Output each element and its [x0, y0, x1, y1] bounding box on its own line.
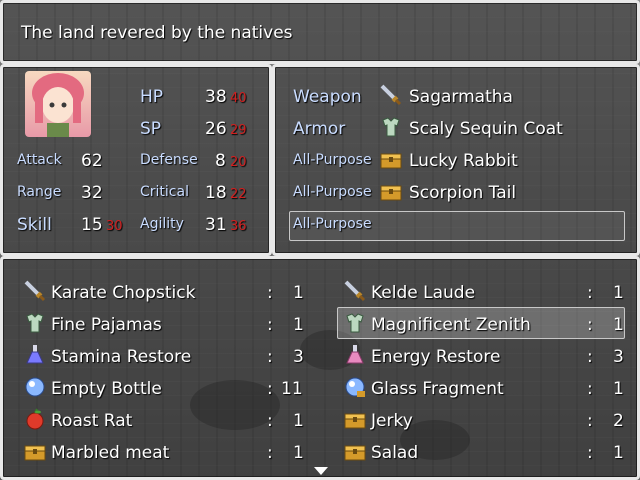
colon: :: [587, 347, 593, 367]
status-window: HP 38 40 SP 26 29 Attack 62 Defense 8 20…: [0, 64, 272, 256]
list-item-qty: 1: [613, 443, 624, 463]
sp-label: SP: [140, 119, 162, 139]
agility-new-value: 36: [230, 219, 247, 234]
sword-icon: [380, 84, 402, 106]
hp-value: 38: [205, 87, 227, 107]
equip-item-name[interactable]: Lucky Rabbit: [409, 151, 518, 171]
armor-icon: [26, 313, 44, 333]
chest-icon: [24, 445, 46, 461]
list-item-name[interactable]: Roast Rat: [51, 411, 132, 431]
list-item-qty: 1: [613, 283, 624, 303]
agility-value: 31: [205, 215, 227, 235]
list-item-name[interactable]: Fine Pajamas: [51, 315, 162, 335]
colon: :: [587, 379, 593, 399]
agility-label: Agility: [140, 216, 184, 232]
defense-label: Defense: [140, 152, 198, 168]
list-item-qty: 3: [613, 347, 624, 367]
list-item-qty: 3: [293, 347, 304, 367]
list-item-name[interactable]: Salad: [371, 443, 418, 463]
sp-value: 26: [205, 119, 227, 139]
attack-label: Attack: [17, 152, 62, 168]
list-item-name[interactable]: Stamina Restore: [51, 347, 191, 367]
skill-label: Skill: [17, 215, 52, 235]
list-item-name[interactable]: Kelde Laude: [371, 283, 475, 303]
defense-new-value: 20: [230, 155, 247, 170]
colon: :: [587, 443, 593, 463]
attack-value: 62: [81, 151, 103, 171]
colon: :: [267, 347, 273, 367]
armor-icon: [346, 313, 364, 333]
hp-label: HP: [140, 87, 164, 107]
equip-item-name[interactable]: Sagarmatha: [409, 87, 513, 107]
list-item-name[interactable]: Karate Chopstick: [51, 283, 195, 303]
chest-icon: [380, 153, 402, 169]
skill-new-value: 30: [106, 219, 123, 234]
defense-value: 8: [215, 151, 226, 171]
help-text: The land revered by the natives: [21, 23, 293, 43]
equip-slot-label[interactable]: All-Purpose: [293, 216, 372, 232]
list-item-qty: 1: [293, 443, 304, 463]
orb-icon: [345, 377, 365, 397]
equipment-window: Weapon Sagarmatha Armor Scaly Sequin Coa…: [272, 64, 640, 256]
chest-icon: [380, 185, 402, 201]
colon: :: [587, 411, 593, 431]
apple-icon: [26, 408, 44, 430]
armor-icon: [382, 117, 400, 137]
help-window: The land revered by the natives: [0, 0, 640, 64]
list-item-name[interactable]: Marbled meat: [51, 443, 169, 463]
equip-slot-label[interactable]: All-Purpose: [293, 184, 372, 200]
colon: :: [267, 411, 273, 431]
list-item-qty: 1: [613, 379, 624, 399]
list-item-qty: 2: [613, 411, 624, 431]
critical-label: Critical: [140, 184, 189, 200]
sword-icon: [24, 280, 46, 302]
chest-icon: [344, 445, 366, 461]
item-list-window: Karate Chopstick : 1 Kelde Laude : 1 Fin…: [0, 256, 640, 480]
list-item-name[interactable]: Jerky: [371, 411, 413, 431]
list-item-name[interactable]: Energy Restore: [371, 347, 500, 367]
colon: :: [267, 379, 273, 399]
orb-icon: [25, 377, 45, 397]
list-item-name[interactable]: Magnificent Zenith: [371, 315, 531, 335]
chest-icon: [344, 413, 366, 429]
potion-icon: [26, 345, 44, 364]
range-label: Range: [17, 184, 62, 200]
equip-slot-label[interactable]: All-Purpose: [293, 152, 372, 168]
list-item-qty: 1: [613, 315, 624, 335]
equip-slot-label[interactable]: Armor: [293, 119, 345, 139]
list-item-qty: 1: [293, 411, 304, 431]
colon: :: [267, 443, 273, 463]
potion-icon: [346, 345, 364, 364]
range-value: 32: [81, 183, 103, 203]
character-portrait: [25, 71, 91, 137]
scroll-down-arrow-icon[interactable]: [313, 466, 329, 476]
list-item-qty: 1: [293, 315, 304, 335]
list-item-name[interactable]: Glass Fragment: [371, 379, 504, 399]
hp-new-value: 40: [230, 91, 247, 106]
equip-item-name[interactable]: Scaly Sequin Coat: [409, 119, 563, 139]
colon: :: [587, 315, 593, 335]
equip-item-name[interactable]: Scorpion Tail: [409, 183, 516, 203]
colon: :: [587, 283, 593, 303]
critical-value: 18: [205, 183, 227, 203]
colon: :: [267, 283, 273, 303]
colon: :: [267, 315, 273, 335]
list-item-name[interactable]: Empty Bottle: [51, 379, 162, 399]
list-item-qty: 1: [293, 283, 304, 303]
skill-value: 15: [81, 215, 103, 235]
sp-new-value: 29: [230, 123, 247, 138]
sword-icon: [344, 280, 366, 302]
equip-slot-label[interactable]: Weapon: [293, 87, 362, 107]
critical-new-value: 22: [230, 187, 247, 202]
list-item-qty: 11: [281, 379, 303, 399]
